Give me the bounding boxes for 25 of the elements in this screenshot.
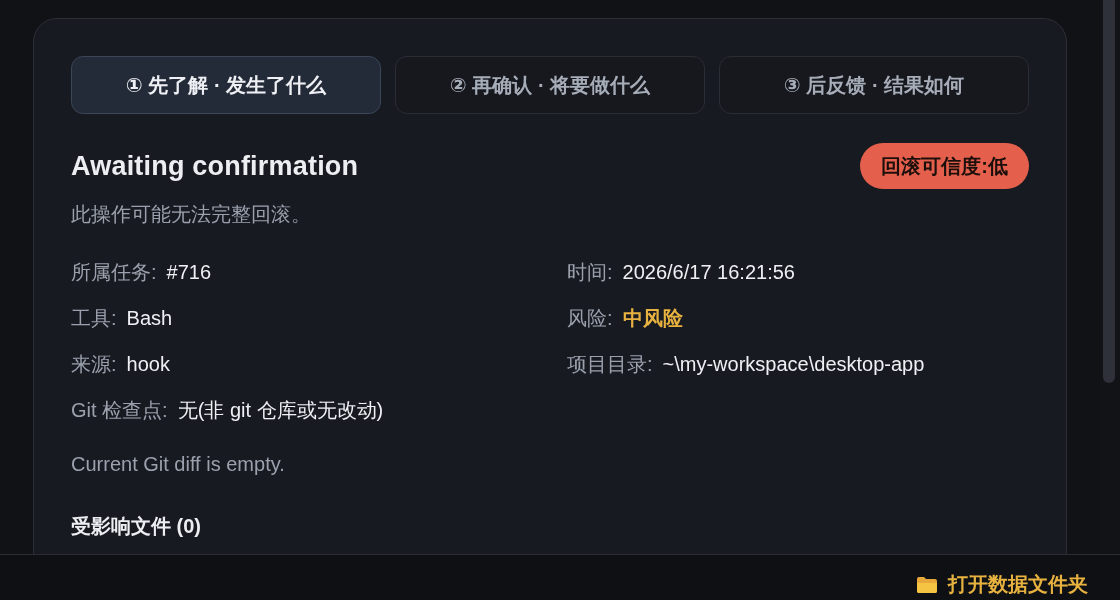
rollback-confidence-badge: 回滚可信度:低 [860,143,1029,189]
warning-text: 此操作可能无法完整回滚。 [71,202,312,227]
field-label: 项目目录: [567,353,653,375]
field-value: ~\my-workspace\desktop-app [662,353,925,375]
diff-note: Current Git diff is empty. [71,452,286,477]
field-value: #716 [166,261,212,283]
field-label: 时间: [567,261,613,283]
open-folder-button[interactable]: 打开数据文件夹 [916,571,1088,600]
field-label: 工具: [71,307,117,329]
field-value: 无(非 git 仓库或无改动) [177,399,384,421]
risk-level-value: 中风险 [622,307,683,329]
step-tab[interactable]: ③ 后反馈 · 结果如何 [719,56,1029,114]
field-label: 来源: [71,353,117,375]
field-value: hook [126,353,170,375]
field-value: 2026/6/17 16:21:56 [622,261,795,283]
step-tab[interactable]: ① 先了解 · 发生了什么 [71,56,381,114]
field-label: Git 检查点: [71,399,168,421]
field-value: Bash [126,307,173,329]
section-heading: 受影响文件 (0) [71,514,202,539]
folder-icon [916,575,938,594]
field-label: 风险: [567,307,613,329]
scrollbar-thumb[interactable] [1103,0,1115,383]
status-title: Awaiting confirmation [71,150,359,182]
step-tab[interactable]: ② 再确认 · 将要做什么 [395,56,705,114]
field-label: 所属任务: [71,261,157,283]
